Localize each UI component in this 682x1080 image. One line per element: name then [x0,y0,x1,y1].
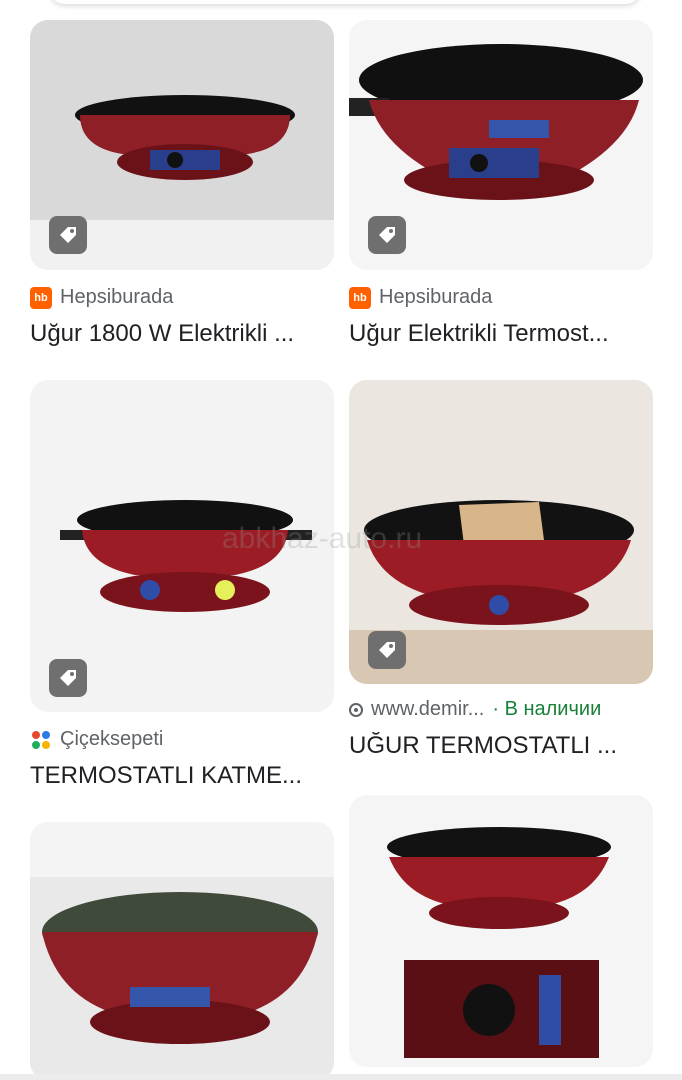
product-image[interactable] [30,822,334,1080]
product-photo [387,827,611,1058]
result-card[interactable]: hb Hepsiburada Uğur Elektrikli Termost..… [349,20,653,350]
source-line: hb Hepsiburada [349,286,492,309]
result-title[interactable]: UĞUR TERMOSTATLI ... [349,732,653,760]
source-line: Çiçeksepeti [30,728,163,751]
result-card[interactable]: Çiçeksepeti TERMOSTATLI KATME... [30,380,334,790]
bottom-edge [0,1074,682,1080]
product-image[interactable] [349,795,653,1067]
source-name: www.demir... [371,698,485,720]
watermark-text: abkhaz-auto.ru [222,522,423,555]
tag-icon [60,670,76,686]
result-card[interactable]: hb Hepsiburada Uğur 1800 W Elektrikli ..… [30,20,334,350]
stock-status: · В наличии [492,698,602,720]
hepsiburada-logo-icon: hb [349,286,371,309]
top-sheet-edge [50,0,640,4]
source-line: hb Hepsiburada [30,286,173,309]
source-name: Çiçeksepeti [60,728,164,750]
product-photo [30,877,334,1080]
result-card[interactable] [30,822,334,1080]
result-title[interactable]: Uğur 1800 W Elektrikli ... [30,320,334,348]
website-icon [349,702,363,717]
result-title[interactable]: TERMOSTATLI KATME... [30,762,334,790]
source-line: www.demir... · В наличии [349,698,601,721]
product-image[interactable] [349,20,653,270]
price-tag-button[interactable] [368,631,406,669]
price-tag-button[interactable] [49,216,87,254]
result-card[interactable]: www.demir... · В наличии UĞUR TERMOSTATL… [349,380,653,770]
source-name: Hepsiburada [379,286,493,308]
tag-icon [379,642,395,658]
result-title[interactable]: Uğur Elektrikli Termost... [349,320,653,348]
hepsiburada-logo-icon: hb [30,286,52,309]
price-tag-button[interactable] [368,216,406,254]
ciceksepeti-logo-icon [32,730,50,749]
source-name: Hepsiburada [60,286,174,308]
tag-icon [379,227,395,243]
product-image[interactable] [30,20,334,270]
price-tag-button[interactable] [49,659,87,697]
tag-icon [60,227,76,243]
result-card[interactable] [349,795,653,1080]
